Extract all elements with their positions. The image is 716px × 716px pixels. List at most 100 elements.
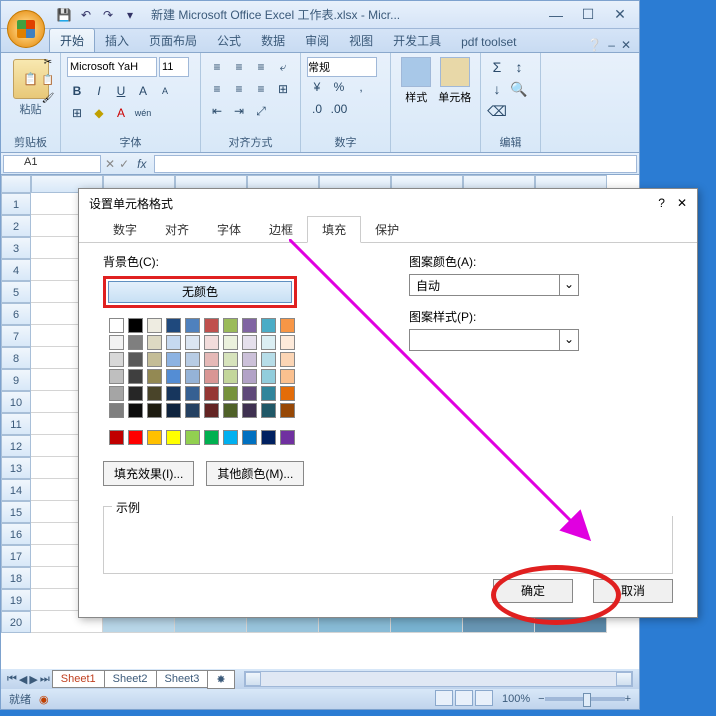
cancel-button[interactable]: 取消: [593, 579, 673, 603]
color-swatch[interactable]: [185, 335, 200, 350]
row-header[interactable]: 8: [1, 347, 31, 369]
border-button[interactable]: ⊞: [67, 103, 87, 123]
tab-view[interactable]: 视图: [339, 29, 383, 52]
color-swatch[interactable]: [204, 369, 219, 384]
align-center-icon[interactable]: ≡: [229, 79, 249, 99]
sort-icon[interactable]: ↕: [509, 57, 529, 77]
color-swatch[interactable]: [147, 386, 162, 401]
dialog-close-icon[interactable]: ✕: [677, 196, 687, 210]
tab-pdf[interactable]: pdf toolset: [451, 32, 526, 52]
undo-icon[interactable]: ↶: [77, 6, 95, 24]
font-size-input[interactable]: [159, 57, 189, 77]
pinyin-button[interactable]: wén: [133, 103, 153, 123]
align-mid-icon[interactable]: ≡: [229, 57, 249, 77]
zoom-slider[interactable]: [545, 697, 625, 701]
sheet-tab-3[interactable]: Sheet3: [156, 670, 209, 688]
color-swatch[interactable]: [166, 403, 181, 418]
color-swatch[interactable]: [242, 386, 257, 401]
row-header[interactable]: 5: [1, 281, 31, 303]
color-swatch[interactable]: [280, 352, 295, 367]
color-swatch[interactable]: [109, 335, 124, 350]
color-swatch[interactable]: [261, 403, 276, 418]
maximize-button[interactable]: ☐: [573, 5, 603, 25]
color-swatch[interactable]: [147, 403, 162, 418]
italic-button[interactable]: I: [89, 81, 109, 101]
wrap-icon[interactable]: ⤶: [273, 57, 293, 77]
dtab-border[interactable]: 边框: [255, 217, 307, 242]
color-swatch[interactable]: [204, 403, 219, 418]
color-swatch[interactable]: [109, 386, 124, 401]
standard-color-swatch[interactable]: [204, 430, 219, 445]
tab-home[interactable]: 开始: [49, 28, 95, 52]
color-swatch[interactable]: [185, 369, 200, 384]
color-swatch[interactable]: [109, 318, 124, 333]
dtab-number[interactable]: 数字: [99, 217, 151, 242]
row-header[interactable]: 17: [1, 545, 31, 567]
inc-decimal-icon[interactable]: .0: [307, 99, 327, 119]
row-header[interactable]: 4: [1, 259, 31, 281]
zoom-in-icon[interactable]: +: [625, 693, 631, 705]
standard-color-swatch[interactable]: [147, 430, 162, 445]
color-swatch[interactable]: [223, 403, 238, 418]
number-format-select[interactable]: [307, 57, 377, 77]
color-swatch[interactable]: [223, 369, 238, 384]
standard-color-swatch[interactable]: [242, 430, 257, 445]
color-swatch[interactable]: [242, 369, 257, 384]
cancel-formula-icon[interactable]: ✕: [105, 157, 115, 171]
color-swatch[interactable]: [223, 318, 238, 333]
underline-button[interactable]: U: [111, 81, 131, 101]
indent-inc-icon[interactable]: ⇥: [229, 101, 249, 121]
color-swatch[interactable]: [223, 335, 238, 350]
tab-insert[interactable]: 插入: [95, 29, 139, 52]
sheet-new-icon[interactable]: ✸: [207, 670, 234, 689]
standard-color-swatch[interactable]: [109, 430, 124, 445]
row-header[interactable]: 7: [1, 325, 31, 347]
percent-icon[interactable]: %: [329, 77, 349, 97]
color-swatch[interactable]: [280, 335, 295, 350]
color-swatch[interactable]: [204, 386, 219, 401]
close-button[interactable]: ✕: [605, 5, 635, 25]
color-swatch[interactable]: [185, 318, 200, 333]
standard-color-swatch[interactable]: [261, 430, 276, 445]
color-swatch[interactable]: [280, 318, 295, 333]
tab-layout[interactable]: 页面布局: [139, 29, 207, 52]
row-header[interactable]: 14: [1, 479, 31, 501]
row-header[interactable]: 9: [1, 369, 31, 391]
more-colors-button[interactable]: 其他颜色(M)...: [206, 461, 304, 486]
color-swatch[interactable]: [204, 352, 219, 367]
standard-color-swatch[interactable]: [223, 430, 238, 445]
dec-decimal-icon[interactable]: .00: [329, 99, 349, 119]
name-box[interactable]: A1: [3, 155, 101, 173]
fill-down-icon[interactable]: ↓: [487, 79, 507, 99]
color-swatch[interactable]: [223, 352, 238, 367]
tab-prev-icon[interactable]: ◀: [19, 673, 27, 686]
color-swatch[interactable]: [109, 369, 124, 384]
color-swatch[interactable]: [261, 369, 276, 384]
color-swatch[interactable]: [280, 403, 295, 418]
row-header[interactable]: 6: [1, 303, 31, 325]
select-all[interactable]: [1, 175, 31, 193]
cells-button[interactable]: 单元格: [436, 57, 475, 113]
pattern-color-select[interactable]: 自动: [409, 274, 579, 296]
color-swatch[interactable]: [204, 318, 219, 333]
align-top-icon[interactable]: ≡: [207, 57, 227, 77]
color-swatch[interactable]: [204, 335, 219, 350]
color-swatch[interactable]: [166, 352, 181, 367]
color-swatch[interactable]: [242, 335, 257, 350]
color-swatch[interactable]: [223, 386, 238, 401]
color-swatch[interactable]: [280, 369, 295, 384]
copy-icon[interactable]: 📋: [40, 75, 56, 91]
row-header[interactable]: 18: [1, 567, 31, 589]
mdi-min-icon[interactable]: –: [608, 38, 615, 52]
color-swatch[interactable]: [147, 352, 162, 367]
find-icon[interactable]: 🔍: [509, 79, 529, 99]
align-right-icon[interactable]: ≡: [251, 79, 271, 99]
row-header[interactable]: 13: [1, 457, 31, 479]
color-swatch[interactable]: [128, 369, 143, 384]
font-color-button[interactable]: A: [111, 103, 131, 123]
color-swatch[interactable]: [261, 352, 276, 367]
dtab-protect[interactable]: 保护: [361, 217, 413, 242]
formula-bar[interactable]: [154, 155, 637, 173]
styles-button[interactable]: 样式: [397, 57, 436, 113]
color-swatch[interactable]: [166, 386, 181, 401]
